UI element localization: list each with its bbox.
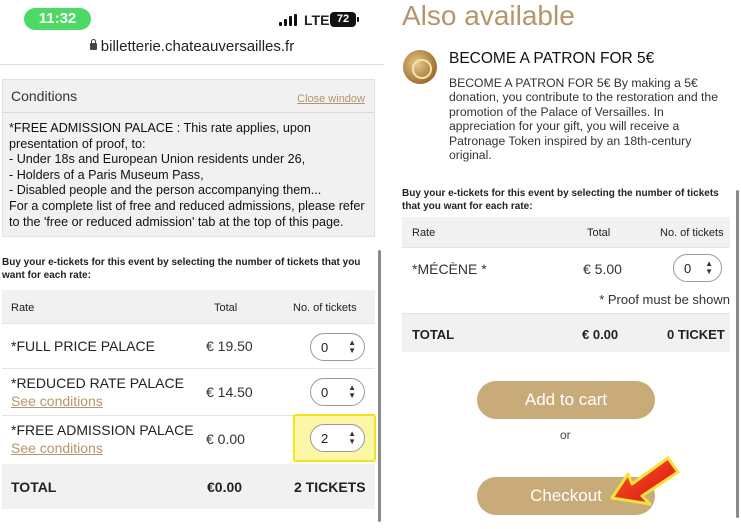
address-bar[interactable]: billetterie.chateauversailles.fr [0,38,384,62]
conditions-line: - Holders of a Paris Museum Pass, [9,167,204,182]
header-total: Total [587,227,611,239]
rate-price: € 5.00 [583,261,622,277]
header-rate: Rate [11,302,35,314]
see-conditions-link[interactable]: See conditions [11,440,103,456]
header-count: No. of tickets [660,227,724,239]
total-amount: € 0.00 [582,327,619,342]
product-title: BECOME A PATRON FOR 5€ [449,50,655,67]
conditions-panel: Conditions Close window *FREE ADMISSION … [2,79,375,237]
product-description: BECOME A PATRON FOR 5€ By making a 5€ do… [449,76,737,162]
chevron-updown-icon: ▲ ▼ [348,429,356,446]
conditions-text: *FREE ADMISSION PALACE : This rate appli… [9,121,373,230]
rate-name: *REDUCED RATE PALACE [11,375,184,391]
also-available-panel: Also available BECOME A PATRON FOR 5€ BE… [384,0,741,529]
total-label: TOTAL [412,327,455,342]
proof-note: * Proof must be shown [599,292,730,307]
conditions-line: - Disabled people and the person accompa… [9,183,322,198]
description-line: appreciation for your gift, you will rec… [449,119,680,134]
see-conditions-link[interactable]: See conditions [11,393,103,409]
total-label: TOTAL [11,479,57,495]
conditions-line: For a complete list of free and reduced … [9,198,365,213]
header-count: No. of tickets [293,302,357,314]
conditions-header: Conditions Close window [3,80,374,113]
description-line: promotion of the Palace of Versailles. I… [449,104,664,119]
table-header: Rate Total No. of tickets [402,217,730,247]
divider [0,64,384,65]
tickets-intro: Buy your e-tickets for this event by sel… [402,188,719,212]
total-row: TOTAL € 0.00 0 TICKET [402,313,730,352]
quantity-select[interactable]: 0 ▲ ▼ [310,378,365,406]
red-arrow-annotation [610,456,680,506]
conditions-line: - Under 18s and European Union residents… [9,152,306,167]
add-to-cart-button[interactable]: Add to cart [477,381,655,419]
patron-medal-image [403,50,437,84]
total-tickets: 0 TICKET [667,327,725,342]
description-line: Patronage Token inspired by an 18th-cent… [449,133,692,148]
chevron-updown-icon: ▲ ▼ [348,338,356,355]
battery-icon: 72 [330,12,359,27]
quantity-select[interactable]: 2 ▲ ▼ [310,424,365,452]
rate-price: € 19.50 [206,338,253,354]
rate-name: *MÉCÈNE * [412,261,487,277]
quantity-value: 0 [684,261,692,276]
screenshot-root: 11:32 LTE 72 billetterie.chateauversaill… [0,0,741,529]
header-total: Total [214,302,238,314]
description-line: BECOME A PATRON FOR 5€ By making a 5€ [449,76,698,90]
quantity-value: 0 [321,385,329,400]
status-time: 11:32 [24,8,91,30]
conditions-line: *FREE ADMISSION PALACE : This rate appli… [9,121,311,135]
total-tickets: 2 TICKETS [294,479,366,495]
description-line: original. [449,148,492,163]
total-row: TOTAL €0.00 2 TICKETS [2,464,375,509]
table-header: Rate Total No. of tickets [2,290,375,323]
chevron-updown-icon: ▲ ▼ [348,383,356,400]
network-label: LTE [304,12,330,28]
chevron-updown-icon: ▲ ▼ [705,259,713,276]
scrollbar[interactable] [378,250,381,522]
description-line: donation, you contribute to the restorat… [449,90,718,105]
quantity-select[interactable]: 0 ▲ ▼ [310,333,365,361]
table-row: *REDUCED RATE PALACE See conditions € 14… [2,368,375,415]
phone-left-panel: 11:32 LTE 72 billetterie.chateauversaill… [0,0,384,529]
tickets-intro: Buy your e-tickets for this event by sel… [2,257,361,281]
rate-name: *FREE ADMISSION PALACE [11,422,194,438]
status-bar: 11:32 LTE 72 [0,0,384,36]
rate-price: € 0.00 [206,431,245,447]
header-rate: Rate [412,227,436,239]
lock-icon [89,39,97,50]
total-amount: €0.00 [207,479,243,495]
or-separator: or [560,428,571,442]
close-window-link[interactable]: Close window [297,93,365,105]
rate-name: *FULL PRICE PALACE [11,338,155,354]
conditions-title: Conditions [11,88,78,104]
table-row: *FULL PRICE PALACE € 19.50 0 ▲ ▼ [2,323,375,368]
quantity-select[interactable]: 0 ▲ ▼ [673,254,722,282]
quantity-value: 0 [321,340,329,355]
conditions-line: presentation of proof, to: [9,136,146,151]
url-text: billetterie.chateauversailles.fr [100,38,295,55]
signal-icon [279,14,297,26]
section-heading: Also available [402,0,575,31]
quantity-value: 2 [321,431,329,446]
rate-price: € 14.50 [206,384,253,400]
conditions-line: to the 'free or reduced admission' tab a… [9,214,344,229]
scrollbar[interactable] [736,190,739,518]
